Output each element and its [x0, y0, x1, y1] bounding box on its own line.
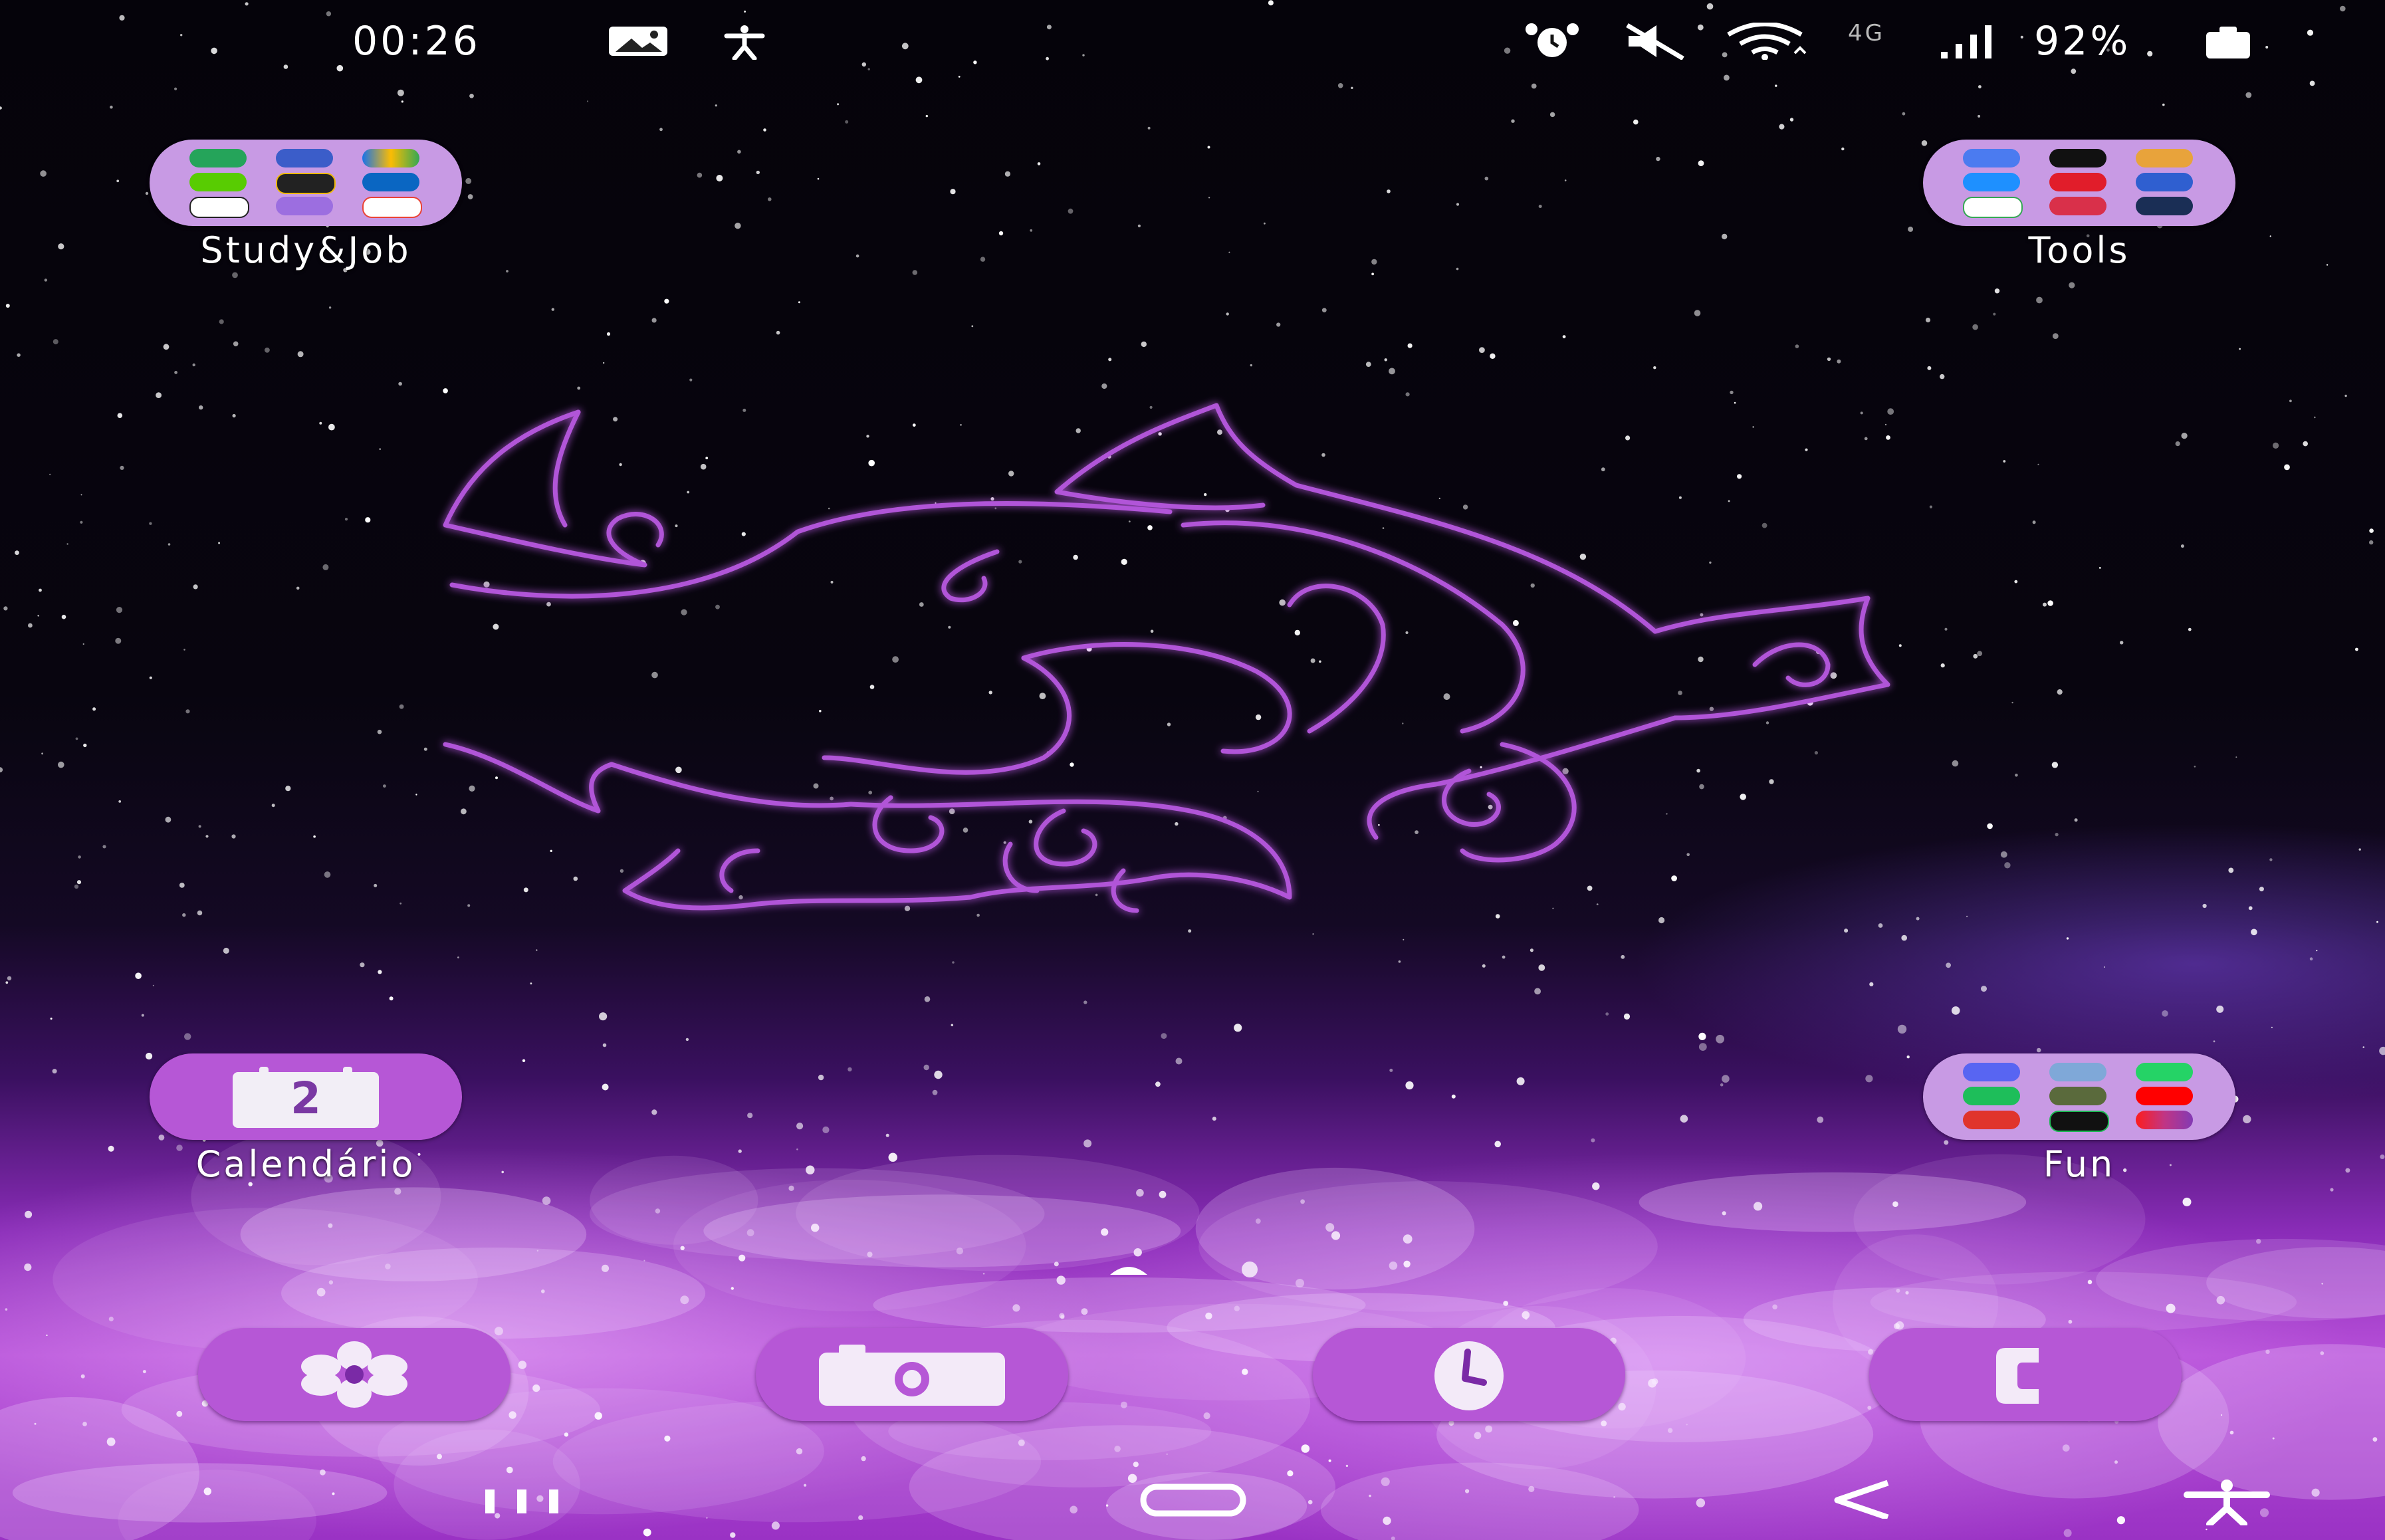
- mute-icon: [1626, 23, 1684, 60]
- dock-clock-button[interactable]: [1313, 1328, 1625, 1421]
- calendar-app[interactable]: 2: [150, 1053, 462, 1140]
- game-icon: [2049, 1087, 2106, 1105]
- dock-bixby-button[interactable]: [198, 1328, 511, 1421]
- notion-icon: [189, 197, 249, 218]
- folder-tools[interactable]: [1923, 140, 2235, 226]
- status-time: 00:26: [352, 18, 481, 64]
- food-icon: [2049, 173, 2106, 191]
- binance-icon: [276, 173, 336, 194]
- network-type: 4G: [1848, 20, 1885, 47]
- meet-icon: [276, 149, 333, 167]
- whatsapp-business-icon: [1963, 1087, 2020, 1105]
- battery-icon: [2206, 27, 2250, 58]
- page-dot: [1242, 1262, 1258, 1277]
- keep-icon: [2049, 197, 2106, 215]
- recents-icon: [485, 1489, 495, 1513]
- folder-label-study-job: Study&Job: [200, 229, 411, 271]
- app-icon: [1963, 1111, 2020, 1129]
- gift-icon: [2136, 173, 2193, 191]
- home-button[interactable]: [1137, 1479, 1250, 1519]
- dock-camera-button[interactable]: [756, 1328, 1068, 1421]
- drive-icon: [362, 149, 419, 167]
- recents-button[interactable]: [472, 1479, 572, 1519]
- instagram-icon: [2136, 1111, 2193, 1129]
- maps-icon: [1963, 197, 2023, 218]
- dock-phone-button[interactable]: [1869, 1328, 2182, 1421]
- teams-icon: [276, 197, 333, 215]
- flower-icon: [301, 1341, 407, 1408]
- gallery-icon: [609, 27, 667, 56]
- camera-icon: [819, 1345, 1005, 1406]
- calendar-day: 2: [290, 1073, 321, 1124]
- back-button[interactable]: [1821, 1479, 1901, 1519]
- folder-fun[interactable]: [1923, 1053, 2235, 1140]
- spotify-icon: [2049, 1111, 2109, 1132]
- translate-icon: [1963, 149, 2020, 167]
- home-page-indicator-icon: [1110, 1267, 1147, 1275]
- alarm-icon: [1526, 23, 1579, 57]
- page-indicator[interactable]: [1103, 1256, 1276, 1283]
- duolingo-icon: [189, 173, 247, 191]
- linkedin-icon: [362, 173, 419, 191]
- battery-percent: 92%: [2034, 18, 2131, 64]
- accessibility-icon: [724, 25, 765, 60]
- home-icon: [1140, 1484, 1246, 1517]
- signal-icon: [1941, 25, 1991, 58]
- home-screen: 00:26 4G 92% Study&Job Tools 2 Calendári…: [0, 0, 2385, 1540]
- calendar-label: Calendário: [195, 1143, 416, 1185]
- pokemon-icon: [2049, 1063, 2106, 1081]
- wifi-icon: [1727, 23, 1807, 60]
- classroom-icon: [189, 149, 247, 167]
- gmail-icon: [362, 197, 422, 218]
- clock-icon: [1434, 1341, 1504, 1410]
- folder-label-fun: Fun: [2043, 1143, 2116, 1185]
- wallet-icon: [2136, 149, 2193, 167]
- folder-label-tools: Tools: [2028, 229, 2130, 271]
- discord-icon: [1963, 1063, 2020, 1081]
- dragon-wallpaper-art: [443, 403, 1890, 913]
- shazam-icon: [1963, 173, 2020, 191]
- accessibility-nav-icon: [2184, 1480, 2270, 1525]
- cs-icon: [2136, 197, 2193, 215]
- youtube-icon: [2136, 1087, 2193, 1105]
- folder-study-job[interactable]: [150, 140, 462, 226]
- phone-icon: [1996, 1348, 2039, 1404]
- uber-icon: [2049, 149, 2106, 167]
- whatsapp-icon: [2136, 1063, 2193, 1081]
- accessibility-button[interactable]: [2180, 1479, 2273, 1525]
- back-icon: [1834, 1480, 1889, 1519]
